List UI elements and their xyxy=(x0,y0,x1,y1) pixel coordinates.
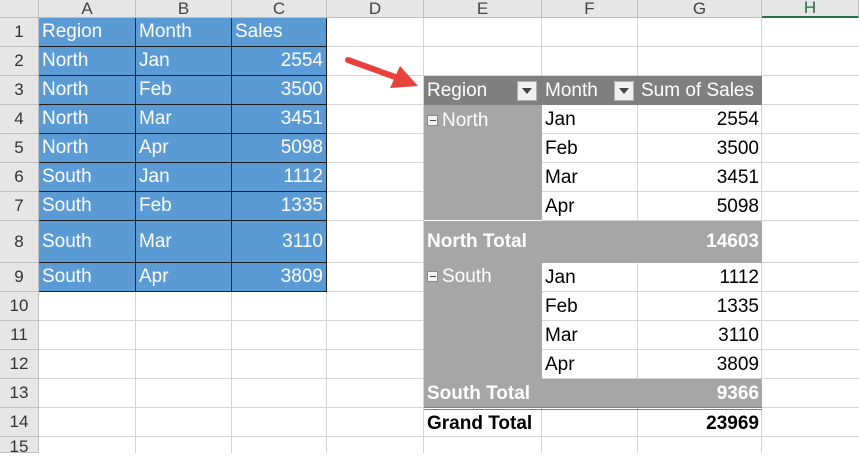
col-header-d[interactable]: D xyxy=(327,0,424,18)
col-header-b[interactable]: B xyxy=(136,0,232,18)
source-cell-region[interactable]: North xyxy=(39,134,136,163)
row-header-13[interactable]: 13 xyxy=(0,379,39,408)
pivot-row-month[interactable]: Apr xyxy=(542,192,638,221)
pivot-row-month[interactable]: Jan xyxy=(542,263,638,292)
source-cell-region[interactable]: South xyxy=(39,192,136,221)
pivot-row-value[interactable]: 1112 xyxy=(638,263,762,292)
row-header-7[interactable]: 7 xyxy=(0,192,39,221)
source-cell-sales[interactable]: 2554 xyxy=(232,47,327,76)
source-header-region[interactable]: Region xyxy=(39,18,136,47)
pivot-group-south[interactable]: South xyxy=(424,263,542,379)
col-header-a[interactable]: A xyxy=(39,0,136,18)
pivot-header-month-label: Month xyxy=(545,79,598,101)
source-cell-sales[interactable]: 3110 xyxy=(232,221,327,263)
row-header-12[interactable]: 12 xyxy=(0,350,39,379)
source-cell-region[interactable]: South xyxy=(39,221,136,263)
row-header-8[interactable]: 8 xyxy=(0,221,39,263)
row-header-3[interactable]: 3 xyxy=(0,76,39,105)
pivot-row-month[interactable]: Feb xyxy=(542,292,638,321)
source-cell-sales[interactable]: 1335 xyxy=(232,192,327,221)
source-cell-region[interactable]: North xyxy=(39,105,136,134)
source-cell-month[interactable]: Jan xyxy=(136,163,232,192)
pivot-subtotal-value[interactable]: 14603 xyxy=(638,221,762,263)
pivot-row-month[interactable]: Jan xyxy=(542,105,638,134)
red-arrow-icon xyxy=(345,57,418,88)
row-header-2[interactable]: 2 xyxy=(0,47,39,76)
row-header-4[interactable]: 4 xyxy=(0,105,39,134)
row-header-15[interactable]: 15 xyxy=(0,437,39,456)
pivot-row-value[interactable]: 3110 xyxy=(638,321,762,350)
col-header-f[interactable]: F xyxy=(542,0,638,18)
source-cell-sales[interactable]: 3809 xyxy=(232,263,327,292)
pivot-row-month[interactable]: Mar xyxy=(542,163,638,192)
col-header-e[interactable]: E xyxy=(424,0,542,18)
pivot-row-month[interactable]: Feb xyxy=(542,134,638,163)
source-cell-region[interactable]: South xyxy=(39,263,136,292)
source-cell-region[interactable]: North xyxy=(39,76,136,105)
pivot-row-value[interactable]: 3451 xyxy=(638,163,762,192)
filter-dropdown-icon[interactable] xyxy=(614,81,634,101)
source-cell-sales[interactable]: 3500 xyxy=(232,76,327,105)
pivot-subtotal-label[interactable]: South Total xyxy=(424,379,638,408)
pivot-subtotal-label[interactable]: North Total xyxy=(424,221,638,263)
source-cell-month[interactable]: Apr xyxy=(136,263,232,292)
row-header-5[interactable]: 5 xyxy=(0,134,39,163)
row-header-9[interactable]: 9 xyxy=(0,263,39,292)
pivot-row-value[interactable]: 3809 xyxy=(638,350,762,379)
col-header-c[interactable]: C xyxy=(232,0,327,18)
select-all-corner[interactable] xyxy=(0,0,39,18)
source-cell-month[interactable]: Feb xyxy=(136,76,232,105)
collapse-minus-icon[interactable] xyxy=(427,115,438,126)
pivot-row-value[interactable]: 5098 xyxy=(638,192,762,221)
pivot-grand-total-label[interactable]: Grand Total xyxy=(424,410,638,437)
collapse-minus-icon[interactable] xyxy=(427,271,438,282)
source-cell-month[interactable]: Jan xyxy=(136,47,232,76)
pivot-header-sum-of-sales[interactable]: Sum of Sales xyxy=(638,76,762,105)
source-cell-month[interactable]: Apr xyxy=(136,134,232,163)
row-header-10[interactable]: 10 xyxy=(0,292,39,321)
col-header-g[interactable]: G xyxy=(638,0,762,18)
row-header-14[interactable]: 14 xyxy=(0,408,39,437)
pivot-row-value[interactable]: 2554 xyxy=(638,105,762,134)
source-cell-sales[interactable]: 3451 xyxy=(232,105,327,134)
source-cell-region[interactable]: South xyxy=(39,163,136,192)
pivot-header-region-label: Region xyxy=(427,79,488,101)
source-cell-month[interactable]: Feb xyxy=(136,192,232,221)
source-cell-region[interactable]: North xyxy=(39,47,136,76)
col-header-h[interactable]: H xyxy=(762,0,859,18)
pivot-row-month[interactable]: Mar xyxy=(542,321,638,350)
row-header-1[interactable]: 1 xyxy=(0,18,39,47)
source-header-month[interactable]: Month xyxy=(136,18,232,47)
source-cell-sales[interactable]: 1112 xyxy=(232,163,327,192)
row-header-11[interactable]: 11 xyxy=(0,321,39,350)
pivot-row-value[interactable]: 1335 xyxy=(638,292,762,321)
pivot-row-value[interactable]: 3500 xyxy=(638,134,762,163)
source-cell-month[interactable]: Mar xyxy=(136,105,232,134)
row-header-6[interactable]: 6 xyxy=(0,163,39,192)
filter-dropdown-icon[interactable] xyxy=(517,81,537,101)
pivot-group-label: South xyxy=(442,266,492,287)
pivot-group-north[interactable]: North xyxy=(424,105,542,221)
source-cell-month[interactable]: Mar xyxy=(136,221,232,263)
source-header-sales[interactable]: Sales xyxy=(232,18,327,47)
pivot-grand-total-value[interactable]: 23969 xyxy=(638,410,762,437)
pivot-group-label: North xyxy=(442,110,489,131)
pivot-subtotal-value[interactable]: 9366 xyxy=(638,379,762,408)
source-cell-sales[interactable]: 5098 xyxy=(232,134,327,163)
pivot-row-month[interactable]: Apr xyxy=(542,350,638,379)
